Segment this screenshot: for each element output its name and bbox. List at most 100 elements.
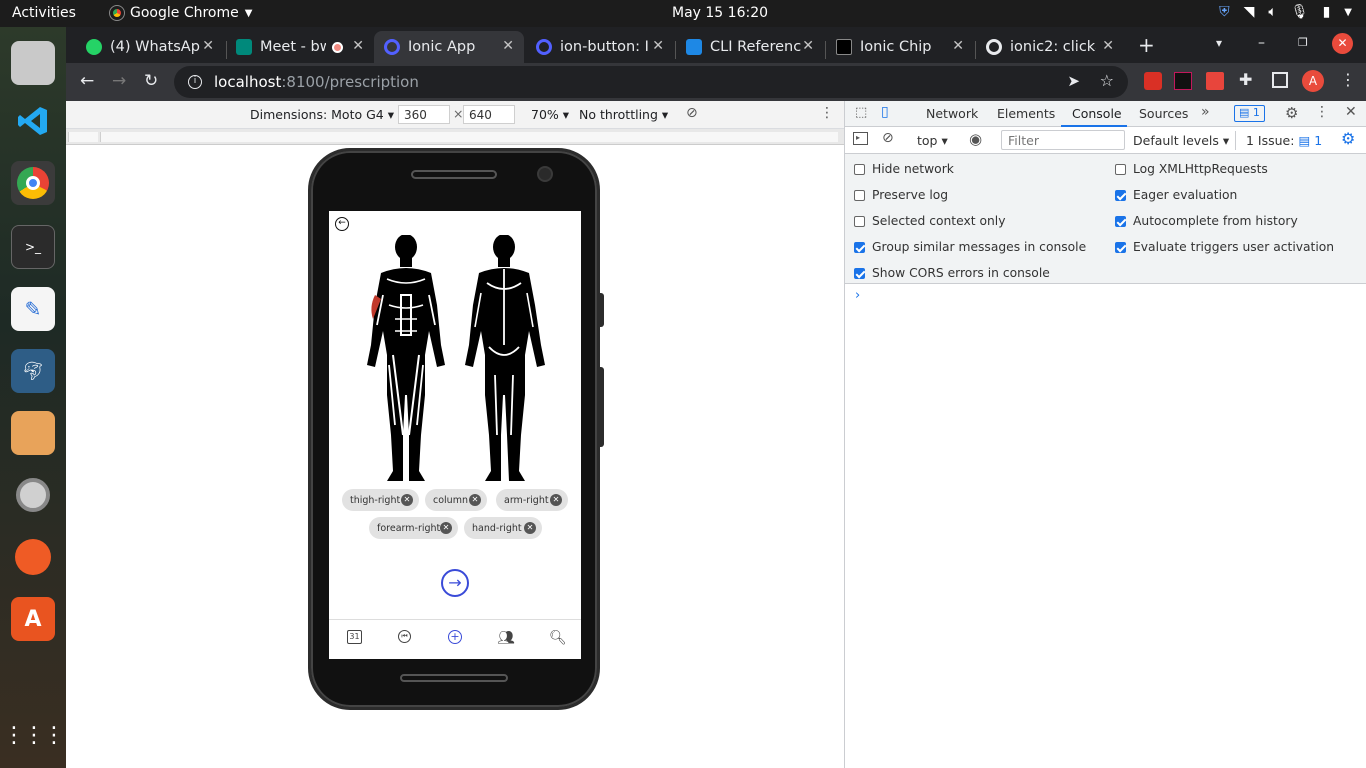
- info-icon[interactable]: i: [188, 75, 202, 89]
- settings-icon[interactable]: [11, 473, 55, 517]
- issues-button[interactable]: 1 Issue: ▤ 1: [1235, 131, 1322, 150]
- filter-input[interactable]: Filter: [1001, 130, 1125, 150]
- avatar[interactable]: A: [1302, 70, 1324, 92]
- app-menu[interactable]: Google Chrome ▼: [109, 5, 252, 21]
- checkbox[interactable]: [854, 189, 865, 201]
- system-tray[interactable]: ⛨ ◥ 🔈︎ 🎙︎ ▮ ▼: [1219, 4, 1352, 20]
- tab-sources[interactable]: Sources: [1139, 106, 1188, 121]
- add-circle-icon[interactable]: +: [448, 630, 462, 644]
- pdf-extension-icon[interactable]: [1206, 72, 1224, 90]
- text-editor-icon[interactable]: ✎: [11, 287, 55, 331]
- opt-preserve-log[interactable]: Preserve log: [854, 188, 948, 202]
- archive-icon[interactable]: [11, 411, 55, 455]
- tab-ionic-app[interactable]: Ionic App ✕: [374, 31, 524, 63]
- kebab-menu-icon[interactable]: ⋮: [1340, 70, 1356, 89]
- people-icon[interactable]: 👥︎: [497, 630, 515, 646]
- checkbox[interactable]: [854, 215, 865, 227]
- new-tab-button[interactable]: +: [1138, 33, 1155, 57]
- close-icon[interactable]: ✕: [502, 38, 514, 54]
- tab-search-icon[interactable]: ▾: [1216, 36, 1222, 50]
- console-prompt[interactable]: ›: [855, 288, 860, 303]
- opt-hide-network[interactable]: Hide network: [854, 162, 954, 176]
- angular-devtools-icon[interactable]: [1174, 72, 1192, 90]
- tab-console[interactable]: Console: [1072, 106, 1122, 121]
- tab-elements[interactable]: Elements: [997, 106, 1055, 121]
- inspect-icon[interactable]: ⬚: [855, 105, 867, 120]
- device-select[interactable]: Dimensions: Moto G4 ▾: [250, 107, 394, 122]
- close-icon[interactable]: ✕: [352, 38, 364, 54]
- chip-forearm-right[interactable]: forearm-right ✕: [369, 517, 458, 539]
- star-icon[interactable]: ☆: [1100, 71, 1114, 90]
- show-apps-icon[interactable]: ⋮⋮⋮: [3, 713, 65, 757]
- width-input[interactable]: 360: [398, 105, 450, 124]
- terminal-icon[interactable]: >_: [11, 225, 55, 269]
- clear-console-icon[interactable]: ⊘: [882, 130, 894, 146]
- checkbox[interactable]: [854, 163, 865, 175]
- forward-icon[interactable]: →: [112, 71, 126, 91]
- close-icon[interactable]: ✕: [202, 38, 214, 54]
- next-arrow-button[interactable]: →: [441, 569, 469, 597]
- kebab-menu-icon[interactable]: ⋮: [1315, 104, 1329, 120]
- opt-eager-eval[interactable]: Eager evaluation: [1115, 188, 1237, 202]
- checkbox[interactable]: [854, 267, 865, 279]
- chip-thigh-right[interactable]: thigh-right ✕: [342, 489, 419, 511]
- checkbox[interactable]: [1115, 241, 1126, 253]
- close-icon[interactable]: ✕: [524, 522, 536, 534]
- tab-whatsapp[interactable]: (4) WhatsAp ✕: [76, 31, 224, 63]
- close-window-button[interactable]: ✕: [1332, 33, 1353, 54]
- back-arrow-icon[interactable]: ←: [335, 217, 349, 231]
- back-icon[interactable]: ←: [80, 71, 94, 91]
- rotate-icon[interactable]: ⊘: [686, 105, 698, 121]
- close-icon[interactable]: ✕: [401, 494, 413, 506]
- send-icon[interactable]: ➤: [1067, 72, 1080, 90]
- maximize-button[interactable]: ❐: [1298, 36, 1308, 49]
- gear-icon[interactable]: ⚙: [1341, 129, 1355, 148]
- address-bar[interactable]: i localhost:8100/prescription ➤ ☆: [174, 66, 1128, 98]
- search-icon[interactable]: 🔍︎: [549, 630, 567, 646]
- context-select[interactable]: top ▾: [917, 133, 948, 148]
- tab-network[interactable]: Network: [926, 106, 978, 121]
- files-icon[interactable]: [11, 41, 55, 85]
- minimize-button[interactable]: –: [1258, 35, 1265, 51]
- clock[interactable]: May 15 16:20: [672, 5, 768, 21]
- throttling-select[interactable]: No throttling ▾: [579, 107, 668, 122]
- opt-selected-context[interactable]: Selected context only: [854, 214, 1005, 228]
- puzzle-icon[interactable]: ✚: [1239, 70, 1252, 89]
- close-icon[interactable]: ✕: [440, 522, 452, 534]
- issues-badge[interactable]: ▤ 1: [1234, 105, 1265, 122]
- tab-ionic-chip[interactable]: Ionic Chip ✕: [826, 31, 974, 63]
- sidebar-toggle-icon[interactable]: ▸: [853, 132, 868, 145]
- eye-icon[interactable]: ◉: [969, 130, 982, 148]
- close-icon[interactable]: ✕: [469, 494, 481, 506]
- rewind-icon[interactable]: ⏮: [398, 630, 411, 643]
- mysql-workbench-icon[interactable]: 🐬︎: [11, 349, 55, 393]
- checkbox[interactable]: [1115, 189, 1126, 201]
- chip-column[interactable]: column ✕: [425, 489, 487, 511]
- tab-ionic2[interactable]: ionic2: clicka ✕: [976, 31, 1124, 63]
- close-icon[interactable]: ✕: [1345, 104, 1357, 120]
- tab-ion-button[interactable]: ion-button: I ✕: [526, 31, 674, 63]
- close-icon[interactable]: ✕: [550, 494, 562, 506]
- side-panel-icon[interactable]: [1272, 72, 1288, 88]
- zoom-select[interactable]: 70% ▾: [531, 107, 569, 122]
- device-toggle-icon[interactable]: ▯: [881, 104, 889, 120]
- opt-autocomplete[interactable]: Autocomplete from history: [1115, 214, 1298, 228]
- tab-cli-reference[interactable]: CLI Referenc ✕: [676, 31, 824, 63]
- calendar-icon[interactable]: 31: [347, 630, 362, 644]
- body-map[interactable]: [329, 235, 581, 485]
- activities-button[interactable]: Activities: [12, 5, 76, 21]
- extension-icon[interactable]: [1144, 72, 1162, 90]
- chip-arm-right[interactable]: arm-right ✕: [496, 489, 568, 511]
- checkbox[interactable]: [1115, 215, 1126, 227]
- opt-group-similar[interactable]: Group similar messages in console: [854, 240, 1086, 254]
- kebab-menu-icon[interactable]: ⋮: [820, 105, 834, 121]
- reload-icon[interactable]: ↻: [144, 71, 158, 91]
- chrome-dock-icon[interactable]: [11, 161, 55, 205]
- opt-user-activation[interactable]: Evaluate triggers user activation: [1115, 240, 1334, 254]
- close-icon[interactable]: ✕: [1102, 38, 1114, 54]
- levels-select[interactable]: Default levels ▾: [1133, 133, 1229, 148]
- postman-icon[interactable]: [11, 535, 55, 579]
- opt-cors-errors[interactable]: Show CORS errors in console: [854, 266, 1050, 280]
- close-icon[interactable]: ✕: [652, 38, 664, 54]
- tab-meet[interactable]: Meet - bw ✕: [226, 31, 374, 63]
